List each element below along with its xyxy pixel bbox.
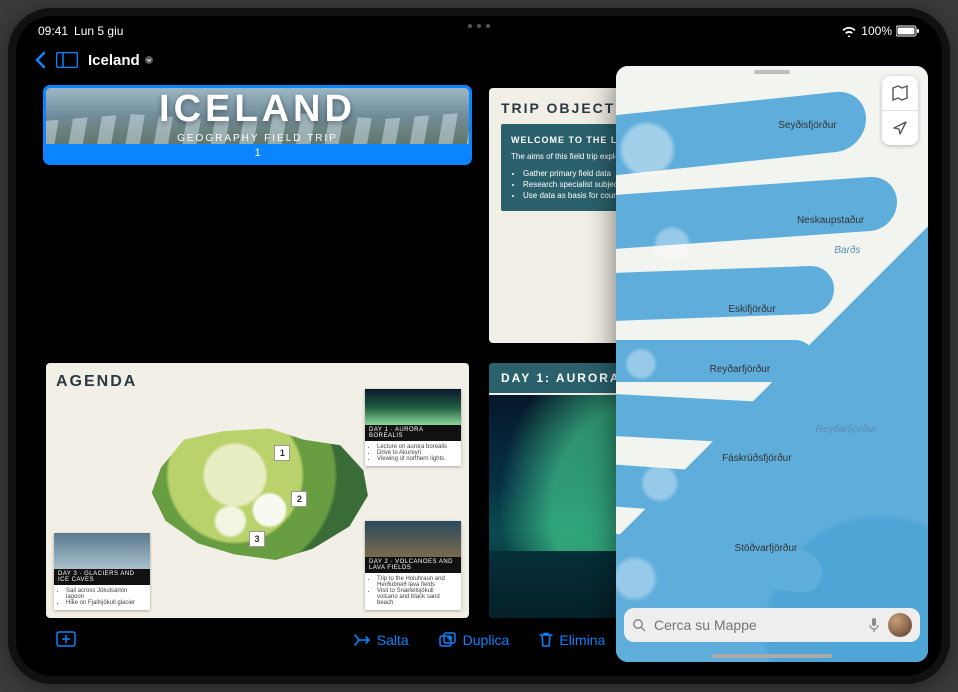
maps-search-bar[interactable] [624,608,920,642]
multitask-dots-icon[interactable] [468,24,490,28]
chevron-down-icon [144,56,154,64]
skip-label: Salta [377,632,409,648]
back-button[interactable] [34,51,46,69]
map-label: Neskaupstaður [797,215,864,226]
home-indicator[interactable] [712,654,832,658]
day3-item: Hike on Fjallsjökull glacier [66,600,144,606]
screen: 09:41 Lun 5 giu 100% [16,16,942,676]
map-controls [882,76,918,145]
battery-icon [896,25,920,37]
slide-3[interactable]: AGENDA 1 2 3 DAY 1 · AURORA BOREALIS Lec… [46,363,469,618]
map-label-water: Reyðarfjörður [816,424,877,435]
slide-1-title: ICELAND [159,88,356,131]
delete-button[interactable]: Elimina [539,632,605,648]
duplicate-button[interactable]: Duplica [439,632,510,648]
map-label: Fáskrúðsfjörður [722,453,791,464]
day2-item: Trip to the Holuhraun and Herðubreið lav… [377,576,455,588]
map-label: Reyðarfjörður [710,364,771,375]
search-icon [632,618,646,632]
document-title[interactable]: Iceland [88,52,154,69]
maps-slideover-panel[interactable]: Seyðisfjörður Neskaupstaður Eskifjörður … [616,66,928,662]
panel-grab-handle[interactable] [754,70,790,74]
day1-item: Viewing of northern lights [377,456,455,462]
map-pin-3: 3 [249,531,265,547]
sidebar-toggle-icon[interactable] [56,52,78,68]
add-slide-button[interactable] [54,631,76,649]
slide-1-number: 1 [46,144,469,162]
delete-label: Elimina [559,632,605,648]
slide-1[interactable]: ICELAND GEOGRAPHY FIELD TRIP 1 [46,88,469,162]
map-surface[interactable]: Seyðisfjörður Neskaupstaður Eskifjörður … [616,66,928,662]
map-pin-1: 1 [274,445,290,461]
map-label-water: Barðs [834,245,860,256]
duplicate-icon [439,632,457,648]
trash-icon [539,632,553,648]
day3-item: Sail across Jökulsárlón lagoon [66,588,144,600]
map-pin-2: 2 [291,491,307,507]
locate-me-button[interactable] [882,110,918,145]
mic-icon[interactable] [868,617,880,633]
wifi-icon [841,25,857,37]
status-bar: 09:41 Lun 5 giu 100% [16,16,942,42]
agenda-card-day2: DAY 2 · VOLCANOES AND LAVA FIELDS Trip t… [365,521,461,610]
status-time: 09:41 [38,24,68,38]
duplicate-label: Duplica [463,632,510,648]
battery-percent: 100% [861,24,892,38]
slide-1-wrap: ICELAND GEOGRAPHY FIELD TRIP 1 [46,88,469,343]
agenda-card-day3: DAY 3 · GLACIERS AND ICE CAVES Sail acro… [54,533,150,610]
skip-arrow-icon [353,633,371,647]
map-label: Eskifjörður [728,304,775,315]
document-title-text: Iceland [88,52,140,69]
status-date: Lun 5 giu [74,24,123,38]
skip-button[interactable]: Salta [353,632,409,648]
day2-item: Visit to Snæfellsjökull volcano and blac… [377,588,455,606]
agenda-card-day1: DAY 1 · AURORA BOREALIS Lecture on auror… [365,389,461,466]
map-label: Seyðisfjörður [778,120,836,131]
map-label: Stöðvarfjörður [735,543,798,554]
slide-1-subtitle: GEOGRAPHY FIELD TRIP [159,133,356,144]
maps-search-input[interactable] [654,617,860,633]
ipad-device: 09:41 Lun 5 giu 100% [8,8,950,684]
map-mode-button[interactable] [882,76,918,110]
account-avatar[interactable] [888,613,912,637]
